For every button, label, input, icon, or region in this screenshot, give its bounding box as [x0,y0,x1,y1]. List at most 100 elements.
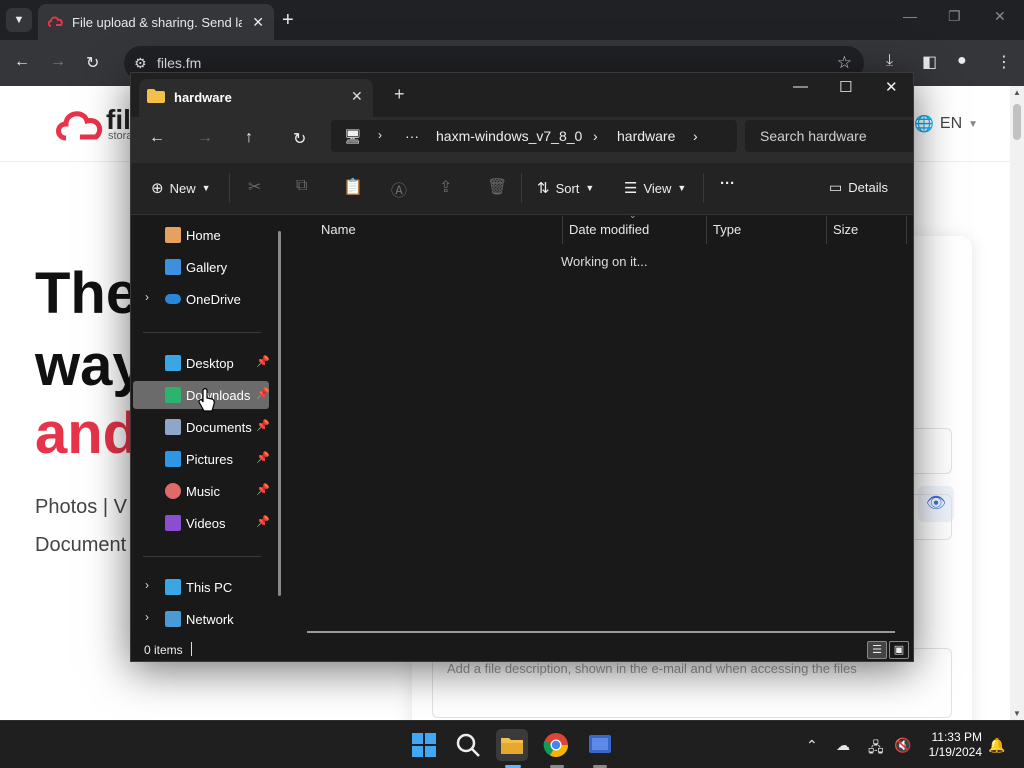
chevron-right-icon[interactable]: › [693,128,698,144]
more-options-button[interactable]: ··· [720,175,735,192]
sort-button[interactable]: ⇅ Sort ▼ [537,179,594,197]
sidebar-item-videos[interactable]: Videos 📌 [133,509,270,537]
chevron-up-icon[interactable]: ⌃ [806,737,818,754]
column-header-type[interactable]: Type [707,216,827,244]
rename-icon[interactable]: Ⓐ [391,177,407,201]
refresh-icon[interactable]: ↻ [293,129,306,149]
site-settings-icon[interactable]: ⚙ [134,55,147,72]
sidebar-item-label: Network [186,612,234,627]
minimize-icon[interactable]: — [793,78,808,95]
delete-icon[interactable]: 🗑 [487,177,507,197]
chevron-right-icon[interactable]: › [145,578,149,592]
paste-icon[interactable]: 📋 [343,177,363,197]
restore-icon[interactable]: ❐ [948,8,961,25]
windows-start-icon[interactable] [408,729,440,761]
pin-icon[interactable]: 📌 [256,483,270,496]
chevron-right-icon[interactable]: › [145,290,149,304]
page-scrollbar[interactable]: ▲ ▼ [1010,86,1024,720]
browser-tab-files-fm[interactable]: File upload & sharing. Send large files … [38,4,274,40]
close-tab-icon[interactable]: ✕ [252,14,264,31]
chevron-right-icon[interactable]: › [145,610,149,624]
sidebar-item-label: This PC [186,580,233,595]
sidebar-item-gallery[interactable]: Gallery [133,253,269,281]
profile-icon[interactable]: ● [957,52,967,70]
back-arrow-icon[interactable]: ← [149,129,165,147]
language-selector[interactable]: 🌐 EN ▼ [914,114,978,134]
copy-icon[interactable]: ⧉ [296,177,307,195]
up-arrow-icon[interactable]: ↑ [245,129,253,147]
close-window-icon[interactable]: ✕ [885,78,898,96]
pin-icon[interactable]: 📌 [256,451,270,464]
sidebar-scrollbar[interactable] [278,231,281,596]
sidebar-item-network[interactable]: › Network [133,605,269,633]
view-button[interactable]: ☰ View ▼ [624,179,686,197]
new-tab-button[interactable]: + [394,85,405,103]
reload-icon[interactable]: ↻ [86,53,99,73]
tab-search-button[interactable]: ▼ [6,8,32,32]
horizontal-scrollbar[interactable] [307,631,895,633]
pin-icon[interactable]: 📌 [256,515,270,528]
explorer-tab-hardware[interactable]: hardware ✕ [139,79,373,117]
close-window-icon[interactable]: ✕ [994,8,1006,25]
files-fm-logo-icon[interactable] [54,106,104,146]
close-tab-icon[interactable]: ✕ [351,88,363,105]
column-header-name[interactable]: Name [315,216,563,244]
forward-arrow-icon[interactable]: → [197,129,213,147]
system-clock[interactable]: 11:33 PM 1/19/2024 [920,730,982,760]
page-scrollbar-thumb[interactable] [1013,104,1021,140]
sidebar-item-label: Desktop [186,356,234,371]
sidebar-item-label: Downloads [186,388,251,403]
breadcrumb-item-current[interactable]: hardware [617,128,675,144]
pin-icon[interactable]: 📌 [256,387,270,400]
file-explorer-taskbar-icon[interactable] [496,729,528,761]
minimize-icon[interactable]: — [903,8,917,24]
cut-icon[interactable]: ✂ [248,177,261,197]
new-button[interactable]: ⊕ New ▼ [151,179,211,197]
search-input[interactable]: Search hardware [745,120,913,152]
chevron-right-icon[interactable]: › [378,128,382,142]
volume-muted-icon[interactable]: 🔇 [894,737,911,754]
chrome-icon[interactable] [540,729,572,761]
share-icon[interactable]: ⇪ [439,177,452,197]
scroll-down-icon[interactable]: ▼ [1013,709,1021,718]
sidebar-item-music[interactable]: Music 📌 [133,477,270,505]
pin-icon[interactable]: 📌 [256,355,270,368]
side-panel-icon[interactable]: ◧ [922,52,937,72]
pictures-icon [165,451,181,467]
column-header-size[interactable]: Size [827,216,907,244]
notification-bell-icon[interactable]: 🔔 [988,737,1005,754]
sidebar-item-label: OneDrive [186,292,241,307]
sidebar-item-label: Documents [186,420,252,435]
sidebar-item-onedrive[interactable]: › OneDrive [133,285,269,313]
tiles-view-icon[interactable]: ▣ [889,641,909,659]
menu-kebab-icon[interactable]: ⋮ [996,52,1012,72]
new-tab-button[interactable]: + [282,10,294,30]
sidebar-item-documents[interactable]: Documents 📌 [133,413,270,441]
language-label: EN [939,115,963,132]
search-icon[interactable] [452,729,484,761]
hero-file-types: Photos | V [35,496,127,518]
back-arrow-icon[interactable]: ← [14,53,30,71]
explorer-address-bar[interactable]: 🖥 › ··· haxm-windows_v7_8_0 › hardware › [331,120,737,152]
breadcrumb-item[interactable]: haxm-windows_v7_8_0 [436,128,582,144]
pin-icon[interactable]: 📌 [256,419,270,432]
chevron-down-icon: ▼ [677,183,687,193]
view-list-icon: ☰ [624,180,638,197]
download-icon[interactable]: ⤓ [886,52,893,70]
remote-desktop-icon[interactable] [584,729,616,761]
bookmark-star-icon[interactable]: ☆ [837,53,852,73]
onedrive-offline-icon[interactable]: ☁ [836,737,850,754]
browser-tab-title: File upload & sharing. Send large files [72,14,242,30]
details-view-icon[interactable]: ☰ [867,641,887,659]
sidebar-item-desktop[interactable]: Desktop 📌 [133,349,270,377]
breadcrumb-more[interactable]: ··· [405,128,419,144]
network-icon[interactable]: 🖧 [868,737,884,761]
maximize-icon[interactable]: ☐ [839,78,852,96]
chevron-right-icon[interactable]: › [593,128,598,144]
scroll-up-icon[interactable]: ▲ [1013,88,1021,97]
sidebar-item-pictures[interactable]: Pictures 📌 [133,445,270,473]
details-button[interactable]: ▭ Details [829,179,888,196]
forward-arrow-icon[interactable]: → [50,53,66,71]
sidebar-item-home[interactable]: Home [133,221,269,249]
sidebar-item-this-pc[interactable]: › This PC [133,573,269,601]
